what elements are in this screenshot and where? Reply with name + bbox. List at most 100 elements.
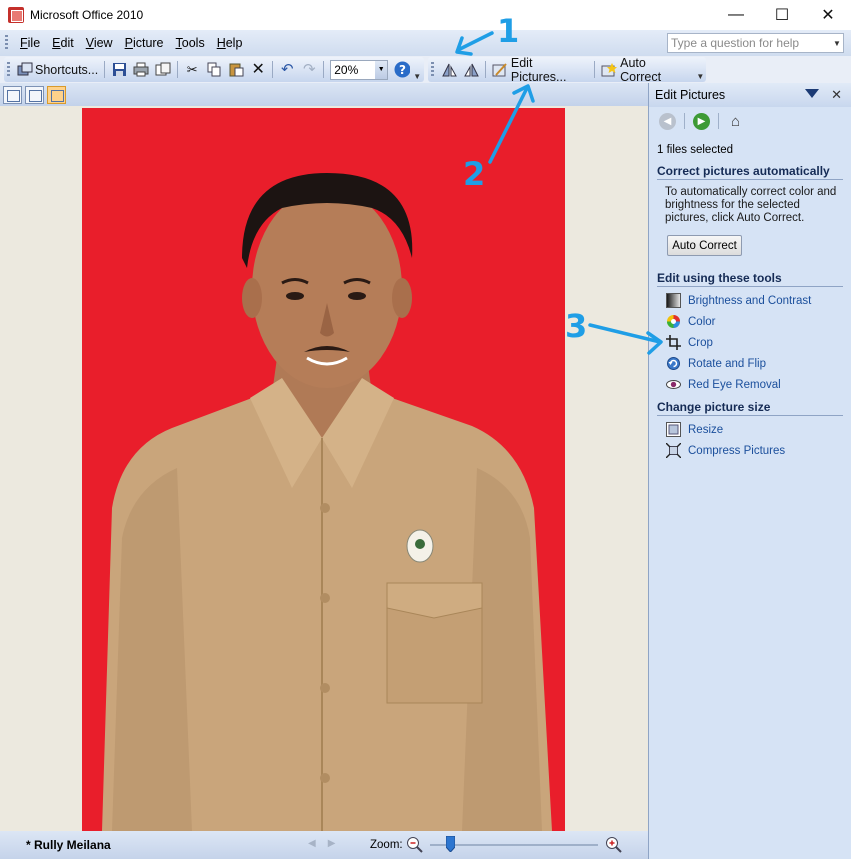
brightness-contrast-icon xyxy=(665,293,681,309)
auto-correct-toolbar-button[interactable]: Auto Correct xyxy=(598,56,690,84)
redo-icon: ↷ xyxy=(302,61,316,78)
email-button[interactable] xyxy=(152,59,174,80)
menubar-grip[interactable] xyxy=(5,35,8,51)
maximize-icon: ☐ xyxy=(774,7,790,24)
chevron-down-icon[interactable]: ▼ xyxy=(831,34,843,52)
home-icon[interactable]: ⌂ xyxy=(727,113,744,130)
edit-tools-heading: Edit using these tools xyxy=(657,271,843,287)
rotate-right-button[interactable] xyxy=(460,59,482,80)
toolbar-separator xyxy=(272,61,274,78)
crop-link[interactable]: Crop xyxy=(665,332,843,353)
task-pane-menu-icon[interactable] xyxy=(805,88,820,102)
menu-picture[interactable]: Picture xyxy=(119,36,170,50)
task-pane-body: 1 files selected Correct pictures automa… xyxy=(649,144,851,461)
window-title: Microsoft Office 2010 xyxy=(30,8,144,22)
zoom-out-icon[interactable] xyxy=(406,836,423,853)
menu-edit[interactable]: Edit xyxy=(46,36,80,50)
window-controls: — ☐ ✕ xyxy=(713,0,851,30)
rotate-flip-link[interactable]: Rotate and Flip xyxy=(665,353,843,374)
picture-canvas xyxy=(0,106,648,831)
brightness-contrast-label: Brightness and Contrast xyxy=(688,294,812,307)
toolbar-options-icon[interactable]: ▼ xyxy=(696,72,706,81)
compress-icon xyxy=(665,443,681,459)
status-bar: * Rully Meilana ◀▶ Zoom: xyxy=(0,831,648,859)
portrait-photo[interactable] xyxy=(82,108,565,831)
menu-bar: File Edit View Picture Tools Help Type a… xyxy=(0,30,851,56)
compress-pictures-link[interactable]: Compress Pictures xyxy=(665,440,843,461)
copy-button[interactable] xyxy=(203,59,225,80)
zoom-combo[interactable]: 20% ▼ xyxy=(330,59,389,80)
minimize-icon: — xyxy=(728,6,744,23)
compress-pictures-label: Compress Pictures xyxy=(688,444,786,457)
red-eye-removal-link[interactable]: Red Eye Removal xyxy=(665,374,843,395)
portrait-photo-illustration xyxy=(82,108,565,831)
picture-navigation-arrows[interactable]: ◀▶ xyxy=(308,838,347,849)
shortcuts-icon xyxy=(17,62,33,78)
minimize-button[interactable]: — xyxy=(713,0,759,30)
auto-correct-button[interactable]: Auto Correct xyxy=(667,235,742,256)
rotate-left-icon xyxy=(441,62,457,78)
zoom-slider-track[interactable] xyxy=(430,844,598,846)
back-icon[interactable]: ◀ xyxy=(659,112,676,130)
files-selected-count: 1 files selected xyxy=(657,144,734,156)
toolbar-separator xyxy=(484,61,486,78)
undo-button[interactable]: ↶ xyxy=(276,59,298,80)
task-pane-navigation: ◀ ▶ ⌂ xyxy=(649,107,851,135)
toolbar-separator xyxy=(177,61,179,78)
crop-icon xyxy=(665,335,681,351)
close-window-button[interactable]: ✕ xyxy=(805,0,851,30)
chevron-down-icon[interactable]: ▼ xyxy=(375,60,388,79)
menu-tools[interactable]: Tools xyxy=(170,36,211,50)
help-button[interactable]: ? xyxy=(391,59,413,80)
auto-correct-label: Auto Correct xyxy=(620,55,662,84)
picture-toolbar-strip: Edit Pictures... Auto Correct ▼ xyxy=(428,56,706,84)
help-icon: ? xyxy=(394,61,411,78)
help-placeholder: Type a question for help xyxy=(671,36,800,50)
delete-button[interactable]: ✕ xyxy=(247,59,269,80)
nav-separator xyxy=(684,113,685,129)
email-icon xyxy=(155,62,171,78)
redo-button[interactable]: ↷ xyxy=(298,59,320,80)
annotation-2: 2 xyxy=(463,155,486,193)
save-button[interactable] xyxy=(108,59,130,80)
print-icon xyxy=(133,62,149,78)
menu-view[interactable]: View xyxy=(80,36,119,50)
resize-link[interactable]: Resize xyxy=(665,419,843,440)
brightness-contrast-link[interactable]: Brightness and Contrast xyxy=(665,290,843,311)
filmstrip-view-button[interactable] xyxy=(25,85,44,104)
picture-size-heading: Change picture size xyxy=(657,400,843,416)
toolbar-grip[interactable] xyxy=(431,61,434,78)
cut-button[interactable]: ✂ xyxy=(181,59,203,80)
menu-help[interactable]: Help xyxy=(211,36,249,50)
thumbnail-view-button[interactable] xyxy=(3,85,22,104)
toolbar-options-icon[interactable]: ▼ xyxy=(413,72,423,81)
color-label: Color xyxy=(688,315,716,328)
print-button[interactable] xyxy=(130,59,152,80)
close-icon: ✕ xyxy=(821,7,835,24)
task-pane-close-icon[interactable]: ✕ xyxy=(831,87,842,103)
task-pane-header: Edit Pictures ✕ xyxy=(649,83,851,107)
zoom-in-icon[interactable] xyxy=(605,836,622,853)
standard-toolbar-strip: Shortcuts... ✂ ✕ ↶ ↷ 20% ▼ ? ▼ xyxy=(4,57,424,82)
color-link[interactable]: Color xyxy=(665,311,843,332)
view-mode-bar xyxy=(0,83,648,106)
toolbar-grip[interactable] xyxy=(7,61,10,78)
cut-icon: ✂ xyxy=(186,62,198,77)
zoom-slider-label: Zoom: xyxy=(370,839,403,851)
crop-label: Crop xyxy=(688,336,713,349)
zoom-slider-thumb[interactable] xyxy=(445,835,456,853)
single-picture-view-button[interactable] xyxy=(47,85,66,104)
correct-pictures-description: To automatically correct color and brigh… xyxy=(665,186,837,224)
rotate-left-button[interactable] xyxy=(438,59,460,80)
nav-separator xyxy=(718,113,719,129)
paste-button[interactable] xyxy=(225,59,247,80)
help-search-input[interactable]: Type a question for help ▼ xyxy=(667,33,844,53)
paste-icon xyxy=(228,62,244,78)
office-app-icon xyxy=(8,7,24,23)
maximize-button[interactable]: ☐ xyxy=(759,0,805,30)
menu-file[interactable]: File xyxy=(14,36,46,50)
edit-pictures-icon xyxy=(492,62,508,78)
shortcuts-button[interactable]: Shortcuts... xyxy=(14,59,101,80)
forward-icon[interactable]: ▶ xyxy=(693,112,710,130)
edit-pictures-button[interactable]: Edit Pictures... xyxy=(489,56,591,84)
